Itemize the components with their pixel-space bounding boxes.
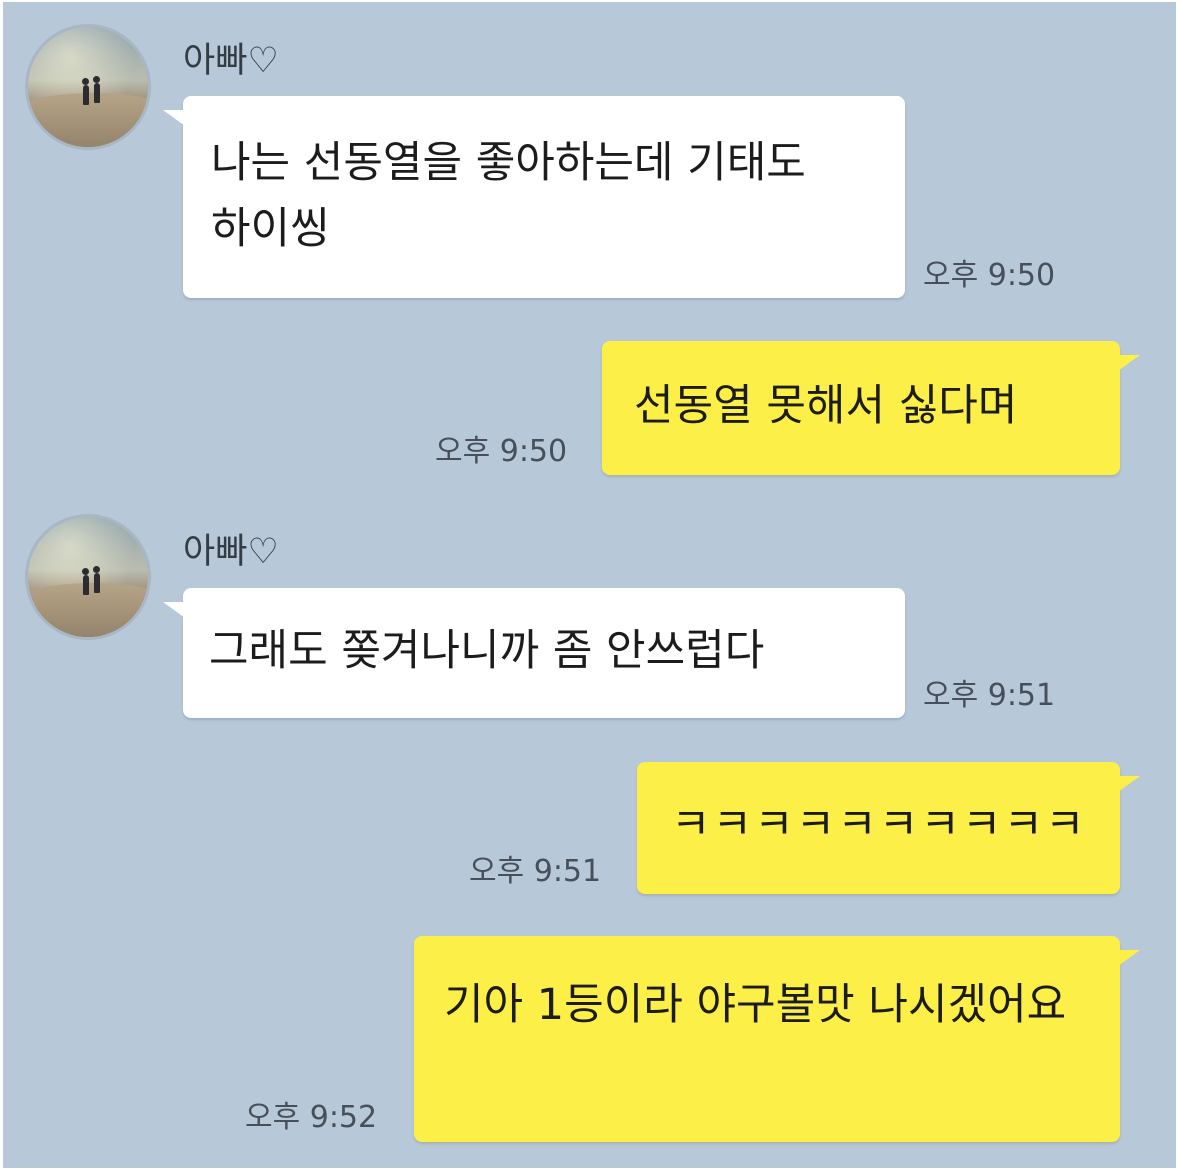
message-time: 오후 9:50: [435, 434, 568, 469]
message-bubble[interactable]: 그래도 쫒겨나니까 좀 안쓰럽다: [163, 588, 905, 718]
avatar[interactable]: [25, 24, 151, 150]
message-bubble[interactable]: 선동열 못해서 싫다며: [602, 341, 1140, 475]
message-time: 오후 9:50: [923, 258, 1056, 293]
message-text: 선동열 못해서 싫다며: [634, 381, 1018, 431]
avatar-person: [93, 566, 100, 593]
message-bubble[interactable]: 나는 선동열을 좋아하는데 기태도 하이씽: [163, 96, 905, 298]
chat-area[interactable]: 아빠♡ 나는 선동열을 좋아하는데 기태도 하이씽 오후 9:50 선동열 못해…: [3, 2, 1176, 1168]
avatar-person: [82, 78, 89, 105]
avatar-person: [93, 76, 100, 103]
message-text: 기아 1등이라 야구볼맛 나시겠어요: [444, 980, 1067, 1030]
message-text: 나는 선동열을 좋아하는데 기태도 하이씽: [211, 138, 806, 254]
sender-name: 아빠♡: [183, 532, 279, 572]
message-text: 그래도 쫒겨나니까 좀 안쓰럽다: [209, 626, 765, 676]
sender-name: 아빠♡: [183, 41, 279, 81]
message-time: 오후 9:51: [923, 678, 1056, 713]
avatar[interactable]: [25, 514, 151, 640]
message-bubble[interactable]: ㅋㅋㅋㅋㅋㅋㅋㅋㅋㅋ: [637, 762, 1140, 894]
message-time: 오후 9:52: [245, 1100, 378, 1135]
message-bubble[interactable]: 기아 1등이라 야구볼맛 나시겠어요: [414, 936, 1140, 1142]
message-time: 오후 9:51: [469, 854, 602, 889]
avatar-person: [82, 568, 89, 595]
message-text: ㅋㅋㅋㅋㅋㅋㅋㅋㅋㅋ: [671, 800, 1087, 850]
